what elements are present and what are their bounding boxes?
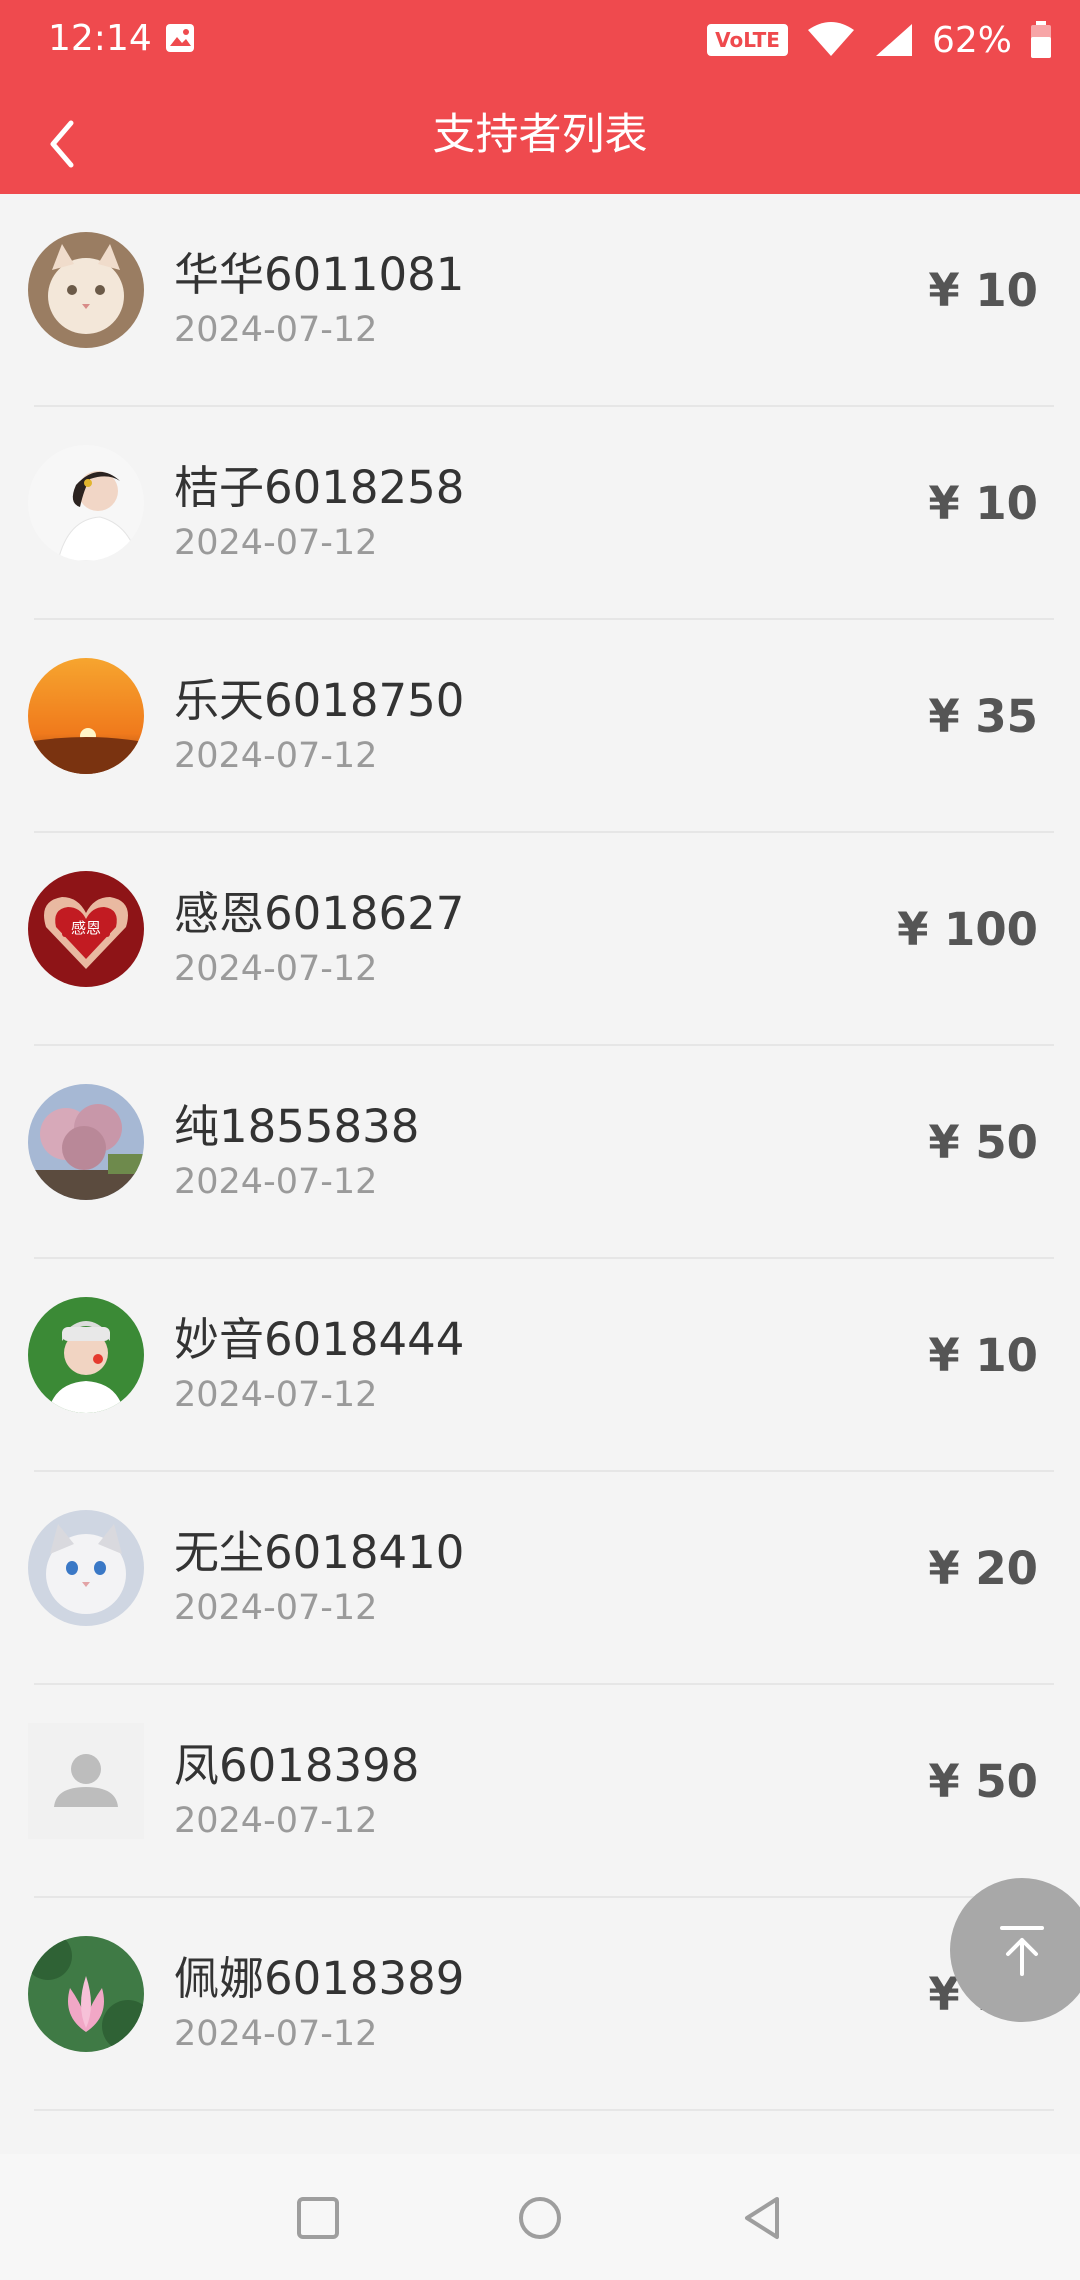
list-item[interactable]: 华华6011081 2024-07-12 ¥ 10 bbox=[0, 194, 1080, 407]
support-amount: ¥ 50 bbox=[928, 1116, 1038, 1169]
volte-badge: VoLTE bbox=[707, 24, 788, 56]
recents-button[interactable] bbox=[288, 2188, 348, 2248]
avatar bbox=[28, 658, 144, 774]
support-date: 2024-07-12 bbox=[174, 1801, 378, 1841]
heart-hands-avatar-image: 感恩 bbox=[28, 871, 144, 987]
avatar bbox=[28, 445, 144, 561]
support-amount: ¥ 10 bbox=[928, 1329, 1038, 1382]
battery-percent: 62% bbox=[931, 19, 1012, 61]
kitten-avatar-image bbox=[28, 232, 144, 348]
list-item[interactable]: 佩娜6018389 2024-07-12 ¥ 10 bbox=[0, 1898, 1080, 2111]
back-nav-button[interactable] bbox=[732, 2188, 792, 2248]
app-header: 12:14 VoLTE 62% 支持者列表 bbox=[0, 0, 1080, 194]
photo-icon bbox=[166, 24, 194, 52]
support-date: 2024-07-12 bbox=[174, 1375, 378, 1415]
avatar bbox=[28, 1297, 144, 1413]
status-icons: VoLTE 62% bbox=[707, 18, 1052, 62]
support-amount: ¥ 35 bbox=[928, 690, 1038, 743]
support-date: 2024-07-12 bbox=[174, 949, 378, 989]
battery-icon bbox=[1031, 21, 1051, 58]
support-date: 2024-07-12 bbox=[174, 1162, 378, 1202]
white-cat-avatar-image bbox=[28, 1510, 144, 1626]
arrow-up-to-top-icon bbox=[1000, 1926, 1044, 1976]
list-item[interactable]: 桔子6018258 2024-07-12 ¥ 10 bbox=[0, 407, 1080, 620]
support-amount: ¥ 20 bbox=[928, 1542, 1038, 1595]
nav-bar: 支持者列表 bbox=[0, 94, 1080, 194]
status-bar: 12:14 VoLTE 62% bbox=[0, 0, 1080, 80]
home-button[interactable] bbox=[510, 2188, 570, 2248]
supporter-name: 无尘6018410 bbox=[174, 1526, 465, 1579]
list-item[interactable]: 乐天6018750 2024-07-12 ¥ 35 bbox=[0, 620, 1080, 833]
supporter-name: 凤6018398 bbox=[174, 1739, 420, 1792]
supporter-name: 妙音6018444 bbox=[174, 1313, 465, 1366]
support-amount: ¥ 10 bbox=[928, 264, 1038, 317]
list-item[interactable]: 无尘6018410 2024-07-12 ¥ 20 bbox=[0, 1472, 1080, 1685]
supporter-name: 华华6011081 bbox=[174, 248, 465, 301]
status-time: 12:14 bbox=[48, 18, 152, 59]
page-title: 支持者列表 bbox=[432, 110, 648, 160]
support-date: 2024-07-12 bbox=[174, 523, 378, 563]
signal-icon bbox=[875, 24, 912, 56]
system-nav-bar bbox=[0, 2154, 1080, 2280]
supporter-name: 纯1855838 bbox=[174, 1100, 420, 1153]
list-item[interactable]: 感恩 感恩6018627 2024-07-12 ¥ 100 bbox=[0, 833, 1080, 1046]
blossom-tree-avatar-image bbox=[28, 1084, 144, 1200]
sunset-avatar-image bbox=[28, 658, 144, 774]
avatar bbox=[28, 232, 144, 348]
support-amount: ¥ 100 bbox=[897, 903, 1038, 956]
support-amount: ¥ 10 bbox=[928, 477, 1038, 530]
lotus-avatar-image bbox=[28, 1936, 144, 2052]
supporter-name: 佩娜6018389 bbox=[174, 1952, 465, 2005]
triangle-back-icon bbox=[745, 2197, 779, 2239]
support-date: 2024-07-12 bbox=[174, 736, 378, 776]
supporter-name: 感恩6018627 bbox=[174, 887, 465, 940]
supporter-list: 华华6011081 2024-07-12 ¥ 10 桔子6018258 2024… bbox=[0, 194, 1080, 2111]
list-item[interactable]: 妙音6018444 2024-07-12 ¥ 10 bbox=[0, 1259, 1080, 1472]
avatar bbox=[28, 1936, 144, 2052]
supporter-name: 桔子6018258 bbox=[174, 461, 465, 514]
support-date: 2024-07-12 bbox=[174, 2014, 378, 2054]
wifi-icon bbox=[807, 22, 854, 56]
woman-portrait-avatar-image bbox=[28, 1297, 144, 1413]
square-icon bbox=[297, 2197, 339, 2239]
avatar: 感恩 bbox=[28, 871, 144, 987]
avatar bbox=[28, 1084, 144, 1200]
svg-text:感恩: 感恩 bbox=[71, 919, 101, 937]
avatar bbox=[28, 1723, 144, 1839]
default-user-icon bbox=[28, 1723, 144, 1839]
list-item[interactable]: 纯1855838 2024-07-12 ¥ 50 bbox=[0, 1046, 1080, 1259]
support-date: 2024-07-12 bbox=[174, 1588, 378, 1628]
supporter-name: 乐天6018750 bbox=[174, 674, 465, 727]
circle-icon bbox=[519, 2197, 561, 2239]
avatar bbox=[28, 1510, 144, 1626]
girl-portrait-avatar-image bbox=[28, 445, 144, 561]
list-item[interactable]: 凤6018398 2024-07-12 ¥ 50 bbox=[0, 1685, 1080, 1898]
support-date: 2024-07-12 bbox=[174, 310, 378, 350]
support-amount: ¥ 50 bbox=[928, 1755, 1038, 1808]
